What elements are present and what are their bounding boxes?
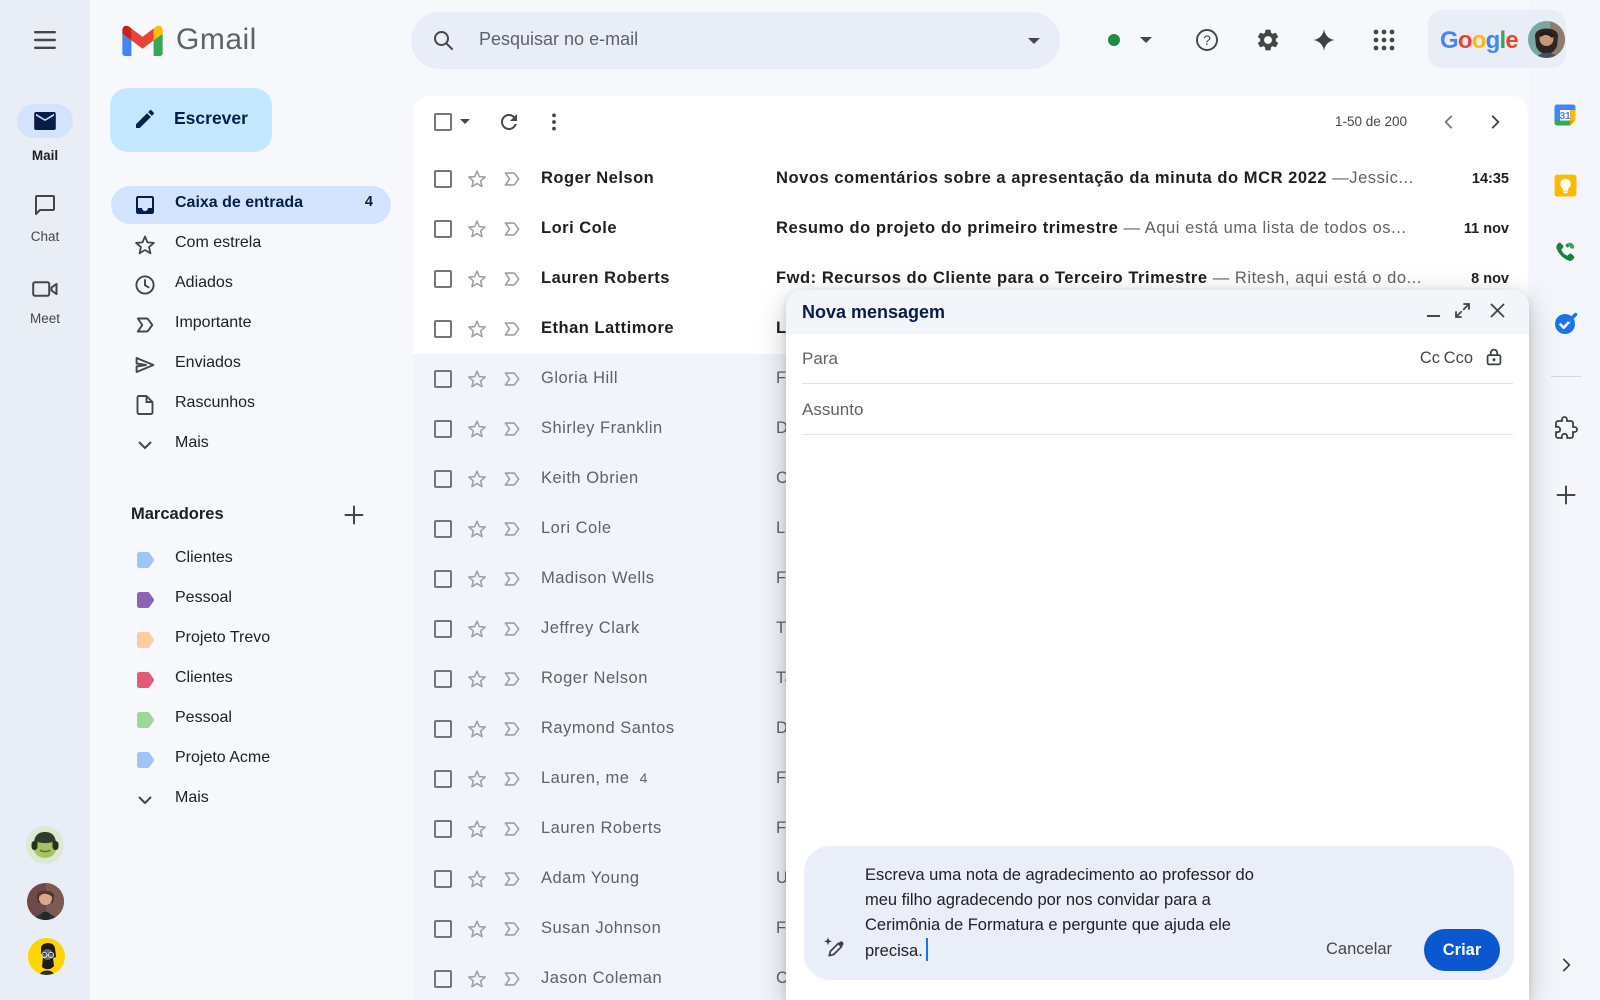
svg-text:31: 31 xyxy=(1560,111,1572,122)
svg-text:?: ? xyxy=(1203,32,1211,48)
